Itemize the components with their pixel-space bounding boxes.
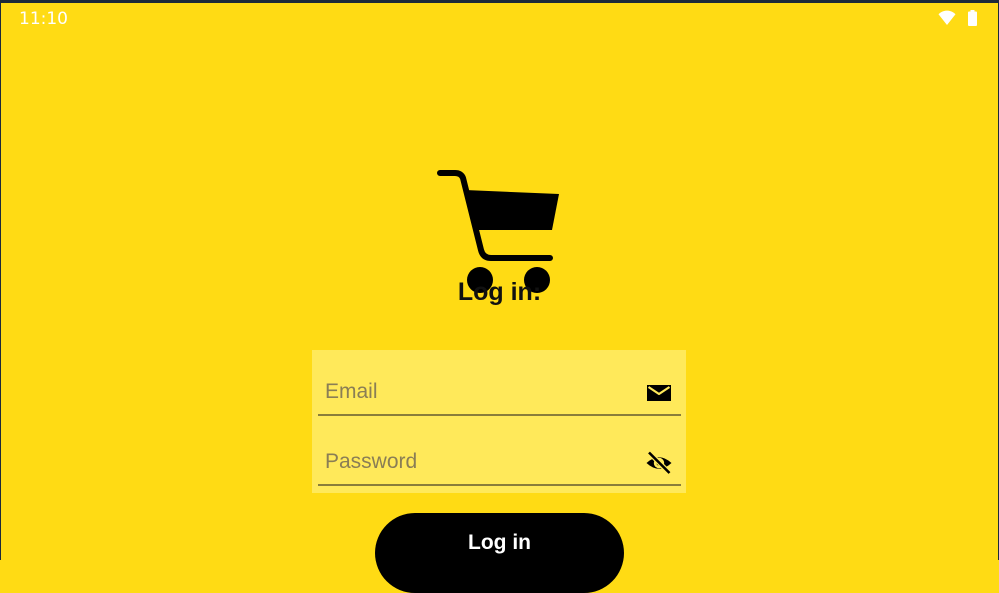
wifi-icon [938,10,956,25]
status-bar: 11:10 [0,3,999,33]
email-field-container [318,370,681,416]
email-input[interactable] [325,376,625,408]
page-title: Log in: [457,278,542,306]
visibility-off-icon[interactable] [645,449,673,477]
status-time: 11:10 [19,9,68,29]
battery-icon [968,10,977,26]
login-form [312,350,686,493]
status-icons [938,10,977,26]
password-field-container [318,440,681,486]
login-button[interactable]: Log in [375,513,624,593]
password-input[interactable] [325,446,625,478]
login-button-label: Log in [468,531,531,554]
mail-icon [647,385,671,401]
